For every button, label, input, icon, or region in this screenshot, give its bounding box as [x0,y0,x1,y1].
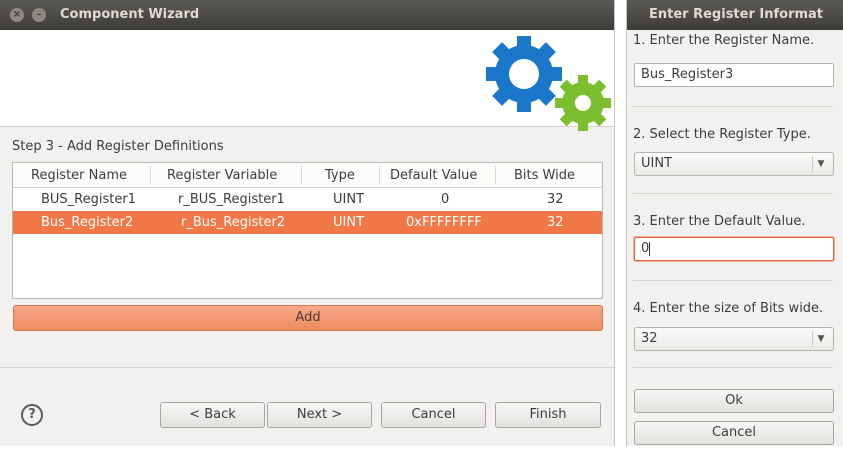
col-bits-wide[interactable]: Bits Wide [514,168,575,183]
minimize-icon[interactable]: – [32,8,46,22]
table-row[interactable]: BUS_Register1 r_BUS_Register1 UINT 0 32 [13,188,602,211]
add-button[interactable]: Add [13,305,603,331]
bits-label: 4. Enter the size of Bits wide. [633,301,824,316]
text-cursor [649,242,650,256]
register-type-value: UINT [641,156,673,171]
cell-register-variable: r_Bus_Register2 [181,215,286,230]
register-info-dialog: Enter Register Informat 1. Enter the Reg… [626,0,843,446]
ok-button[interactable]: Ok [634,389,834,413]
divider [633,106,833,107]
cell-default-value: 0 [441,192,450,207]
cancel-button[interactable]: Cancel [381,402,486,428]
chevron-down-icon[interactable]: ▼ [812,156,829,172]
col-default-value[interactable]: Default Value [390,168,477,183]
step-label: Step 3 - Add Register Definitions [12,139,224,154]
register-name-value: Bus_Register3 [641,67,734,82]
table-header: Register Name Register Variable Type Def… [13,163,602,188]
cell-bits-wide: 32 [547,192,564,207]
window-title: Component Wizard [60,7,200,22]
table-row-selected[interactable]: Bus_Register2 r_Bus_Register2 UINT 0xFFF… [13,211,602,234]
back-button[interactable]: < Back [160,402,265,428]
name-label: 1. Enter the Register Name. [633,33,815,48]
wizard-banner [0,30,614,131]
bits-wide-select[interactable]: 32 ▼ [634,327,834,351]
cell-register-name: Bus_Register2 [41,215,134,230]
col-register-name[interactable]: Register Name [31,168,127,183]
cell-type: UINT [333,192,365,207]
cell-register-variable: r_BUS_Register1 [178,192,285,207]
cell-default-value: 0xFFFFFFFF [406,215,482,230]
dialog-cancel-button[interactable]: Cancel [634,421,834,445]
register-type-select[interactable]: UINT ▼ [634,152,834,176]
cell-type: UINT [333,215,365,230]
divider [0,367,614,368]
col-register-variable[interactable]: Register Variable [167,168,277,183]
register-table[interactable]: Register Name Register Variable Type Def… [12,162,603,299]
component-wizard-window: × – Component Wizard Step 3 - Add Regist… [0,0,615,446]
finish-button[interactable]: Finish [495,402,601,428]
next-button[interactable]: Next > [267,402,372,428]
chevron-down-icon[interactable]: ▼ [812,331,829,347]
dialog-titlebar: Enter Register Informat [627,0,843,30]
close-icon[interactable]: × [10,8,24,22]
wizard-titlebar: × – Component Wizard [0,0,614,30]
default-value-input[interactable]: 0 [634,237,834,261]
help-icon[interactable]: ? [21,404,43,426]
cell-register-name: BUS_Register1 [41,192,136,207]
type-label: 2. Select the Register Type. [633,127,811,142]
divider [633,367,833,368]
divider [633,193,833,194]
col-type[interactable]: Type [325,168,355,183]
green-gear-icon [555,75,611,131]
bits-wide-value: 32 [641,331,658,346]
dialog-title: Enter Register Informat [649,7,824,22]
register-name-input[interactable]: Bus_Register3 [634,63,834,87]
default-label: 3. Enter the Default Value. [633,214,806,229]
cell-bits-wide: 32 [547,215,564,230]
divider [633,280,833,281]
